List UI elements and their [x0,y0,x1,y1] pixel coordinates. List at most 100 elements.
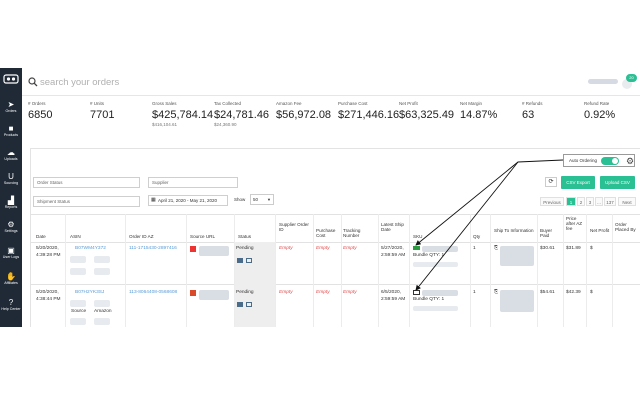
magnet-icon: U [8,172,14,181]
header-buyer-paid[interactable]: Buyer Paid [540,228,562,238]
header-tracking-number[interactable]: Tracking Number [343,228,375,238]
product-thumbnail [94,256,110,263]
col-divider [125,214,126,327]
header-status[interactable]: Status [238,234,251,239]
row-date: 5/20/2020, [36,290,59,295]
csv-export-button[interactable]: CSV Export [561,176,595,189]
stat-purchase-cost: Purchase Cost $271,446.16 [338,101,400,121]
header-sku[interactable]: SKU [413,234,422,239]
logo[interactable] [0,68,22,90]
copy-icon[interactable]: ⎘ [494,246,498,252]
pagination-page-1[interactable]: 1 [566,197,576,206]
stats-row: # Orders 6850 # Units 7701 Gross Sales $… [22,101,640,141]
calendar-icon: ▦ [151,197,156,203]
header-order-id[interactable]: Order ID AZ [129,234,154,239]
flag-icon [190,246,196,252]
chart-icon: ▟ [7,196,15,205]
source-url-link[interactable] [199,290,229,300]
pagination-page-2[interactable]: 2 [577,197,585,206]
search-icon[interactable] [28,77,38,87]
notification-badge[interactable]: 20 [626,74,637,82]
table-top-border [30,214,640,215]
amazon-link[interactable]: Amazon [94,309,112,315]
page-size-select[interactable]: 50 ▼ [250,194,274,205]
sidebar-item-uploads[interactable]: ☁ Uploads [0,148,22,161]
stat-tax-collected: Tax Collected $24,781.46 $24,360.90 [214,101,270,127]
cloud-upload-icon: ☁ [7,148,15,157]
sidebar-item-sourcing[interactable]: U Sourcing [0,172,22,185]
shipment-status-filter[interactable]: Shipment Status [33,196,140,207]
refresh-icon: ⟳ [548,179,554,185]
order-status-filter[interactable]: Order Status [33,177,140,188]
row-date: 5/20/2020, [36,246,59,251]
pagination-ellipsis: ... [595,197,603,206]
header-purchase-cost[interactable]: Purchase Cost [316,228,340,238]
sidebar-item-orders[interactable]: ➤ Orders [0,100,22,113]
header-asin[interactable]: ASIN [70,234,81,239]
asin-link[interactable]: B07WM4Y372 [75,246,106,252]
pagination-page-3[interactable]: 3 [586,197,594,206]
sidebar-item-reports[interactable]: ▟ Reports [0,196,22,209]
col-divider [378,214,379,327]
tracking-number[interactable]: Empty [343,246,357,252]
search-input[interactable] [40,74,290,90]
email-icon[interactable] [237,258,243,263]
status-text: Pending [236,246,254,251]
header-source-url[interactable]: Source URL [190,234,215,239]
pagination-previous[interactable]: Previous [540,197,564,206]
note-icon[interactable] [246,258,252,263]
source-link[interactable]: Source [71,309,86,315]
gear-icon[interactable]: ⚙ [626,156,634,166]
stat-gross-sales: Gross Sales $425,784.14 $416,104.61 [152,101,214,127]
note-icon[interactable] [246,302,252,307]
copy-icon[interactable]: ⎘ [494,290,498,296]
supplier-order-id[interactable]: Empty [279,246,293,252]
header-date[interactable]: Date [36,234,46,239]
pagination-page-last[interactable]: 137 [604,197,616,206]
question-icon: ? [8,298,14,307]
show-label: Show [234,197,246,202]
col-divider [409,214,410,327]
purchase-cost[interactable]: Empty [316,290,330,296]
auto-ordering-box: Auto Ordering ⚙ [563,154,635,167]
header-net-profit[interactable]: Net Profit [590,228,610,233]
col-divider [563,214,564,327]
source-url-link[interactable] [199,246,229,256]
sku-edit-icon[interactable] [413,246,420,250]
header-latest-ship-date[interactable]: Latest Ship Date [381,222,407,232]
sku-edit-icon[interactable] [413,290,420,295]
header-ship-to[interactable]: Ship To Information [494,228,534,233]
col-divider [186,214,187,327]
auto-ordering-toggle[interactable] [601,157,619,165]
email-icon[interactable] [237,302,243,307]
flag-icon [190,290,196,296]
header-order-placed-by[interactable]: Order Placed By [615,222,639,232]
gear-icon: ⚙ [7,220,15,229]
upload-csv-button[interactable]: Upload CSV [600,176,635,189]
supplier-order-id[interactable]: Empty [279,290,293,296]
refresh-button[interactable]: ⟳ [545,177,557,187]
net-profit: $ [590,290,593,295]
id-card-icon: ▣ [7,246,15,255]
asin-link[interactable]: B07H2YK3SJ [75,290,104,296]
purchase-cost[interactable]: Empty [316,246,330,252]
sidebar-item-products[interactable]: ■ Products [0,124,22,137]
sidebar-item-user-logs[interactable]: ▣ User Logs [0,246,22,259]
order-id-link[interactable]: 113-8064408-0568608 [129,290,177,296]
supplier-filter[interactable]: Supplier [148,177,238,188]
sidebar-item-affiliates[interactable]: ✋ Affiliates [0,272,22,285]
header-supplier-order-id[interactable]: Supplier Order ID [279,222,309,232]
date-range-picker[interactable]: ▦ April 21, 2020 - May 21, 2020 [148,195,228,206]
sidebar-item-help-center[interactable]: ? Help Center [0,298,22,311]
tracking-number[interactable]: Empty [343,290,357,296]
sku-detail [413,306,458,311]
buyer-paid: $30.61 [540,246,555,251]
app-window: 20 ⋮ ➤ Orders ■ Products ☁ Uploads U Sou… [0,0,640,400]
sidebar-item-settings[interactable]: ⚙ Settings [0,220,22,233]
header-price-after-fee[interactable]: Price after AZ fee [566,216,586,232]
order-id-link[interactable]: 111-1715430-2897416 [129,246,177,252]
col-divider [313,214,314,327]
pagination-next[interactable]: Next [618,197,636,206]
stat-orders: # Orders 6850 [28,101,53,121]
header-qty[interactable]: Qty [473,234,480,239]
